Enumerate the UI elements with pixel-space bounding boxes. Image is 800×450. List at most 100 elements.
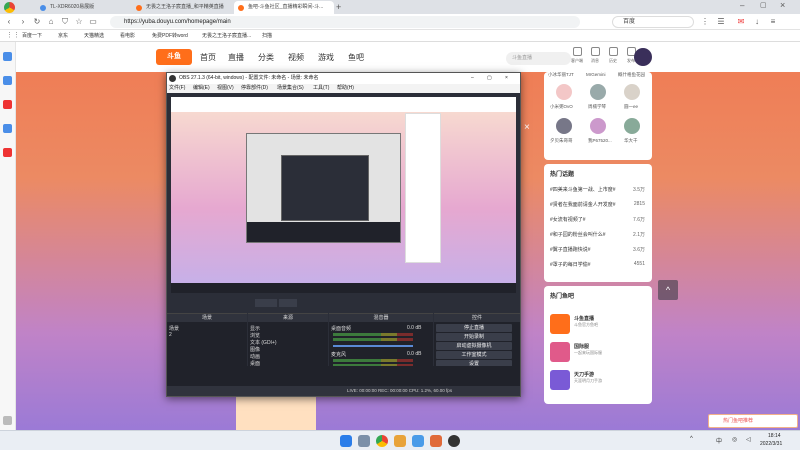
ime-icon[interactable]: 中 <box>716 436 722 445</box>
client-icon[interactable]: 客户端 <box>570 47 584 64</box>
source-item[interactable]: 浏览 <box>250 332 260 339</box>
minimize-icon[interactable]: – <box>471 73 474 84</box>
filters-button[interactable] <box>279 299 297 307</box>
start-recording-button[interactable]: 开始录制 <box>436 333 512 341</box>
refresh-icon[interactable]: ↻ <box>32 17 42 27</box>
bookmark-movie[interactable]: 看电影 <box>120 30 135 42</box>
hot-topic-row[interactable]: #罩子的每日学偷# 4551 <box>550 261 645 268</box>
tray-icon[interactable]: ^ <box>690 436 693 442</box>
explorer-icon[interactable] <box>394 435 406 447</box>
browser-search-box[interactable]: 百度 <box>612 16 694 28</box>
home-icon[interactable]: ⌂ <box>46 17 56 27</box>
history-icon[interactable]: 历史 <box>606 47 620 64</box>
clock-date[interactable]: 2022/3/31 <box>760 441 782 447</box>
nav-yuba[interactable]: 鱼吧 <box>348 52 364 63</box>
bookmark-scan[interactable]: 扫描 <box>262 30 272 42</box>
hot-topic-row[interactable]: #和子园的粉丝会叫什么# 2.1万 <box>550 231 645 238</box>
user-name[interactable]: 圆一ee <box>624 104 638 110</box>
menu-icon[interactable]: ≡ <box>768 17 778 27</box>
source-item[interactable]: 显示 <box>250 325 260 332</box>
weibo-icon[interactable] <box>3 100 12 109</box>
close-popup-icon[interactable]: × <box>524 122 530 133</box>
nav-home[interactable]: 首页 <box>200 52 216 63</box>
obs-preview[interactable]: 场景 场景 2 + − ∧ ∨ 来源 显示 浏览 文本 (GDI+) 图像 动画… <box>167 93 520 385</box>
menu-scene-collection[interactable]: 场景集合(S) <box>277 84 304 93</box>
user-name[interactable]: 华大千 <box>624 138 638 144</box>
star-icon[interactable]: ☆ <box>74 17 84 27</box>
scene-item[interactable]: 2 <box>169 332 172 338</box>
clock-time[interactable]: 18:14 <box>768 433 781 439</box>
user-name[interactable]: MrGemini <box>586 72 606 77</box>
avatar[interactable] <box>634 48 652 66</box>
virtual-camera-button[interactable]: 启动虚拟摄像机 <box>436 342 512 350</box>
tab-router[interactable]: TL-XDR6020易展版 <box>36 1 108 14</box>
nav-live[interactable]: 直播 <box>228 52 244 63</box>
nav-video[interactable]: 视频 <box>288 52 304 63</box>
user-name[interactable]: 概什格鱼花园 <box>618 72 645 78</box>
avatar[interactable] <box>624 84 640 100</box>
promo-banner[interactable]: 热门鱼吧推荐 <box>708 414 798 428</box>
mail-sidebar-icon[interactable] <box>3 124 12 133</box>
menu-view[interactable]: 视图(V) <box>217 84 234 93</box>
tab-live[interactable]: 无畏之王洛子宸直播_和平精英直播 <box>132 1 232 14</box>
obs-icon[interactable] <box>448 435 460 447</box>
menu-tools[interactable]: 工具(T) <box>313 84 329 93</box>
scene-item[interactable]: 场景 <box>169 325 179 332</box>
user-name[interactable]: 小冰华丽TJT <box>548 72 574 78</box>
avatar[interactable] <box>556 84 572 100</box>
user-name[interactable]: 我P67520... <box>588 138 612 144</box>
avatar[interactable] <box>556 118 572 134</box>
user-name[interactable]: 夕贝朱哥哥 <box>550 138 573 144</box>
menu-file[interactable]: 文件(F) <box>169 84 185 93</box>
volume-icon[interactable]: ◁ <box>746 436 751 443</box>
search-icon[interactable] <box>358 435 370 447</box>
avatar[interactable] <box>590 84 606 100</box>
start-icon[interactable] <box>340 435 352 447</box>
avatar[interactable] <box>624 118 640 134</box>
avatar[interactable] <box>590 118 606 134</box>
source-item[interactable]: 文本 (GDI+) <box>250 339 277 346</box>
user-name[interactable]: 周楠学琴 <box>588 104 606 110</box>
hot-bar-item[interactable]: 斗鱼直播 斗鱼官方鱼吧 <box>550 314 646 340</box>
back-icon[interactable]: ‹ <box>4 17 14 27</box>
tab-yuba[interactable]: 鱼吧-斗鱼社区_直播精彩瞬间-斗... <box>234 1 334 14</box>
close-icon[interactable]: × <box>505 73 508 84</box>
chrome-icon[interactable] <box>376 435 388 447</box>
message-icon[interactable]: 消息 <box>588 47 602 64</box>
hot-topic-row[interactable]: #女流有视频了# 7.6万 <box>550 216 645 223</box>
hot-topic-row[interactable]: #贤者在我面前请金人开发度# 2815 <box>550 201 645 208</box>
apps-icon[interactable]: ⋮⋮ <box>6 30 20 42</box>
close-icon[interactable]: × <box>780 0 785 10</box>
post-thumbnail[interactable] <box>236 394 316 430</box>
nav-category[interactable]: 分类 <box>258 52 274 63</box>
shield-icon[interactable]: ⛉ <box>60 17 70 27</box>
app-icon[interactable] <box>430 435 442 447</box>
source-item[interactable]: 图像 <box>250 346 260 353</box>
bookmark-baidu[interactable]: 百度一下 <box>22 30 42 42</box>
minimize-icon[interactable]: – <box>740 1 744 10</box>
maximize-icon[interactable]: ▢ <box>487 73 492 84</box>
favorites-icon[interactable] <box>3 52 12 61</box>
new-tab-icon[interactable]: + <box>336 2 341 12</box>
history-sidebar-icon[interactable] <box>3 76 12 85</box>
back-to-top-icon[interactable]: ^ <box>658 280 678 300</box>
address-bar[interactable]: https://yuba.douyu.com/homepage/main <box>110 16 580 28</box>
maximize-icon[interactable]: ▢ <box>760 1 767 9</box>
mail-icon[interactable]: ✉ <box>736 17 746 27</box>
hot-bar-item[interactable]: 天刀手游 天涯明月刀手游 <box>550 370 646 396</box>
nav-game[interactable]: 游戏 <box>318 52 334 63</box>
hot-bar-item[interactable]: 国际服 一起来玩国际服 <box>550 342 646 368</box>
bookmark-jd[interactable]: 京东 <box>58 30 68 42</box>
app-sidebar-icon[interactable] <box>3 148 12 157</box>
download-icon[interactable]: ↓ <box>752 17 762 27</box>
bookmark-live[interactable]: 无畏之王洛子宸直播... <box>202 30 251 42</box>
extensions-icon[interactable]: ⋮ <box>700 17 710 27</box>
history-icon[interactable]: ☰ <box>716 17 726 27</box>
hot-topic-row[interactable]: #翼子直播跑快说# 3.6万 <box>550 246 645 253</box>
bookmark-tmall[interactable]: 天猫精选 <box>84 30 104 42</box>
stop-streaming-button[interactable]: 停止直播 <box>436 324 512 332</box>
network-icon[interactable]: ◎ <box>732 436 737 443</box>
volume-slider[interactable] <box>333 345 413 347</box>
app-icon[interactable] <box>412 435 424 447</box>
menu-edit[interactable]: 编辑(E) <box>193 84 210 93</box>
